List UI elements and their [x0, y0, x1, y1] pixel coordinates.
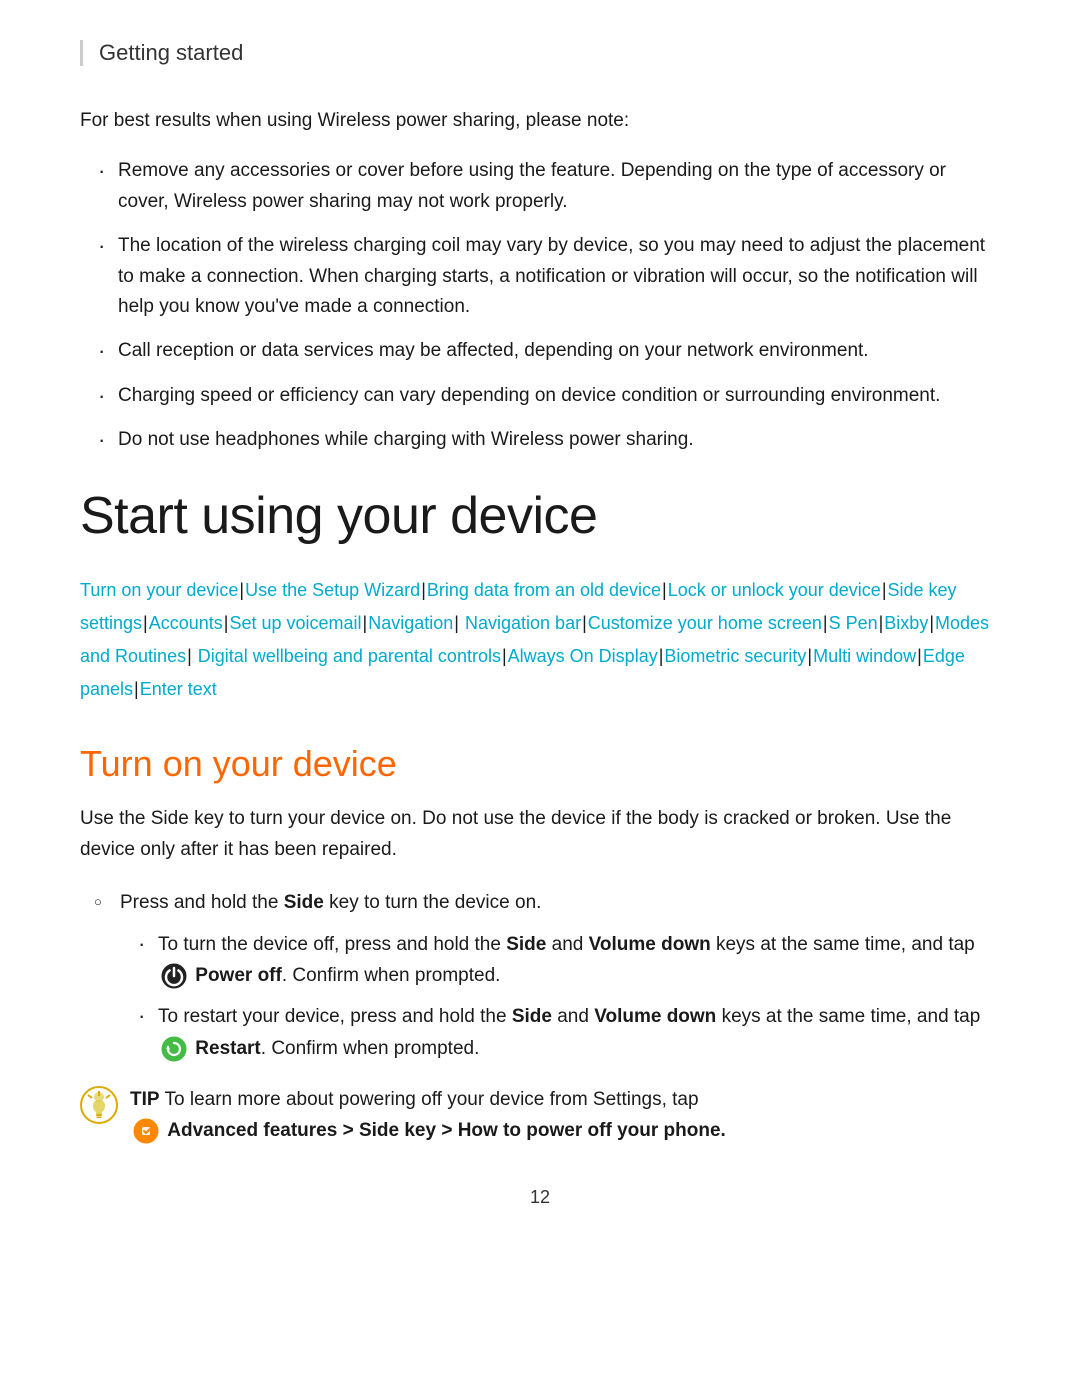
link-multi-window[interactable]: Multi window	[813, 646, 916, 666]
link-navigation[interactable]: Navigation	[368, 613, 453, 633]
link-lock-unlock[interactable]: Lock or unlock your device	[668, 580, 881, 600]
link-biometric[interactable]: Biometric security	[664, 646, 806, 666]
tip-label: TIP	[130, 1089, 160, 1110]
bullet-item-2: The location of the wireless charging co…	[90, 231, 1000, 322]
link-enter-text[interactable]: Enter text	[140, 679, 217, 699]
page-number: 12	[80, 1187, 1000, 1208]
sub-bullet-item-1: To turn the device off, press and hold t…	[130, 929, 1000, 992]
bold-side-1: Side	[506, 934, 546, 955]
power-icon	[161, 963, 187, 989]
link-customize-home[interactable]: Customize your home screen	[588, 613, 822, 633]
bold-side-key: Side	[284, 892, 324, 913]
bullet-item-3: Call reception or data services may be a…	[90, 336, 1000, 366]
link-digital-wellbeing[interactable]: Digital wellbeing and parental controls	[198, 646, 501, 666]
intro-text: For best results when using Wireless pow…	[80, 106, 1000, 136]
link-setup-wizard[interactable]: Use the Setup Wizard	[245, 580, 420, 600]
link-accounts[interactable]: Accounts	[149, 613, 223, 633]
bullet-item-1: Remove any accessories or cover before u…	[90, 156, 1000, 217]
sub-bullet-item-2: To restart your device, press and hold t…	[130, 1001, 1000, 1064]
circle-bullet-item: Press and hold the Side key to turn the …	[90, 887, 1000, 1064]
header-title: Getting started	[99, 40, 243, 65]
advanced-features-icon	[133, 1118, 159, 1144]
restart-icon	[161, 1036, 187, 1062]
circle-bullet-list: Press and hold the Side key to turn the …	[80, 887, 1000, 1064]
bullet-item-4: Charging speed or efficiency can vary de…	[90, 381, 1000, 411]
tip-icon	[80, 1086, 118, 1124]
link-turn-on-device[interactable]: Turn on your device	[80, 580, 238, 600]
links-block: Turn on your device|Use the Setup Wizard…	[80, 574, 1000, 707]
sub-bullet-list: To turn the device off, press and hold t…	[120, 929, 1000, 1064]
tip-text: To learn more about powering off your de…	[165, 1089, 699, 1110]
power-off-label: Power off	[195, 965, 282, 986]
bullet-list: Remove any accessories or cover before u…	[80, 156, 1000, 455]
bullet-item-5: Do not use headphones while charging wit…	[90, 425, 1000, 455]
bold-volume-down-2: Volume down	[594, 1006, 716, 1027]
link-bixby[interactable]: Bixby	[884, 613, 928, 633]
link-voicemail[interactable]: Set up voicemail	[229, 613, 361, 633]
link-navigation-bar[interactable]: Navigation bar	[465, 613, 581, 633]
tip-content: TIP To learn more about powering off you…	[130, 1084, 726, 1147]
page-header: Getting started	[80, 40, 1000, 66]
link-always-on[interactable]: Always On Display	[508, 646, 658, 666]
link-spen[interactable]: S Pen	[829, 613, 878, 633]
tip-highlight: Advanced features > Side key > How to po…	[167, 1120, 726, 1141]
main-section-title: Start using your device	[80, 486, 1000, 546]
bold-side-2: Side	[512, 1006, 552, 1027]
bold-volume-down-1: Volume down	[589, 934, 711, 955]
sub-section-title: Turn on your device	[80, 743, 1000, 785]
restart-label: Restart	[195, 1038, 260, 1059]
link-bring-data[interactable]: Bring data from an old device	[427, 580, 661, 600]
sub-section-body: Use the Side key to turn your device on.…	[80, 803, 1000, 866]
tip-box: TIP To learn more about powering off you…	[80, 1084, 1000, 1147]
